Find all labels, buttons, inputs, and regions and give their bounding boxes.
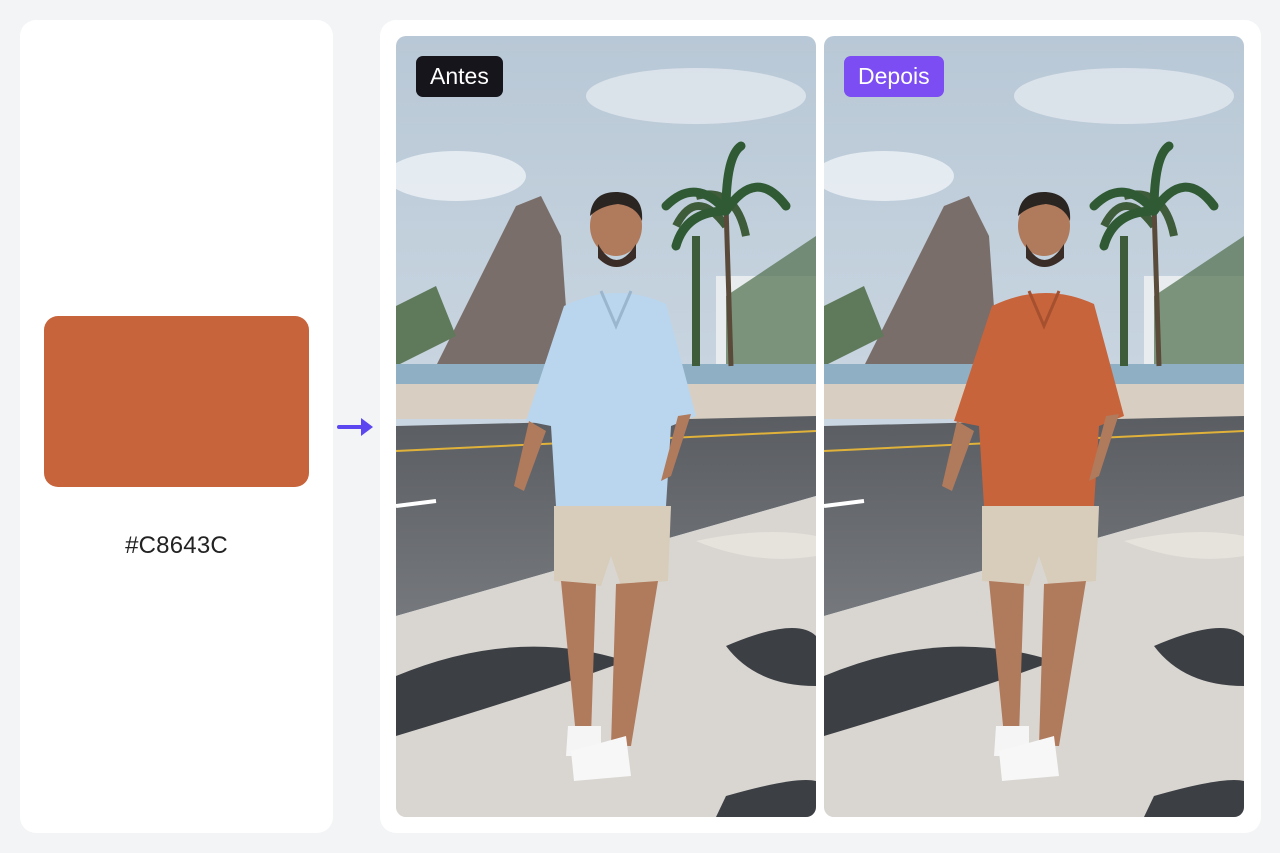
color-card: #C8643C <box>20 20 333 833</box>
after-badge: Depois <box>844 56 944 97</box>
arrow-right-icon <box>337 418 373 436</box>
hex-code-label: #C8643C <box>125 532 228 559</box>
before-badge: Antes <box>416 56 503 97</box>
after-photo: Depois <box>824 36 1244 817</box>
color-swatch[interactable] <box>44 316 309 487</box>
comparison-card: Antes Depois <box>380 20 1261 833</box>
beach-scene-image <box>396 36 816 817</box>
beach-scene-image-recolored <box>824 36 1244 817</box>
before-photo: Antes <box>396 36 816 817</box>
